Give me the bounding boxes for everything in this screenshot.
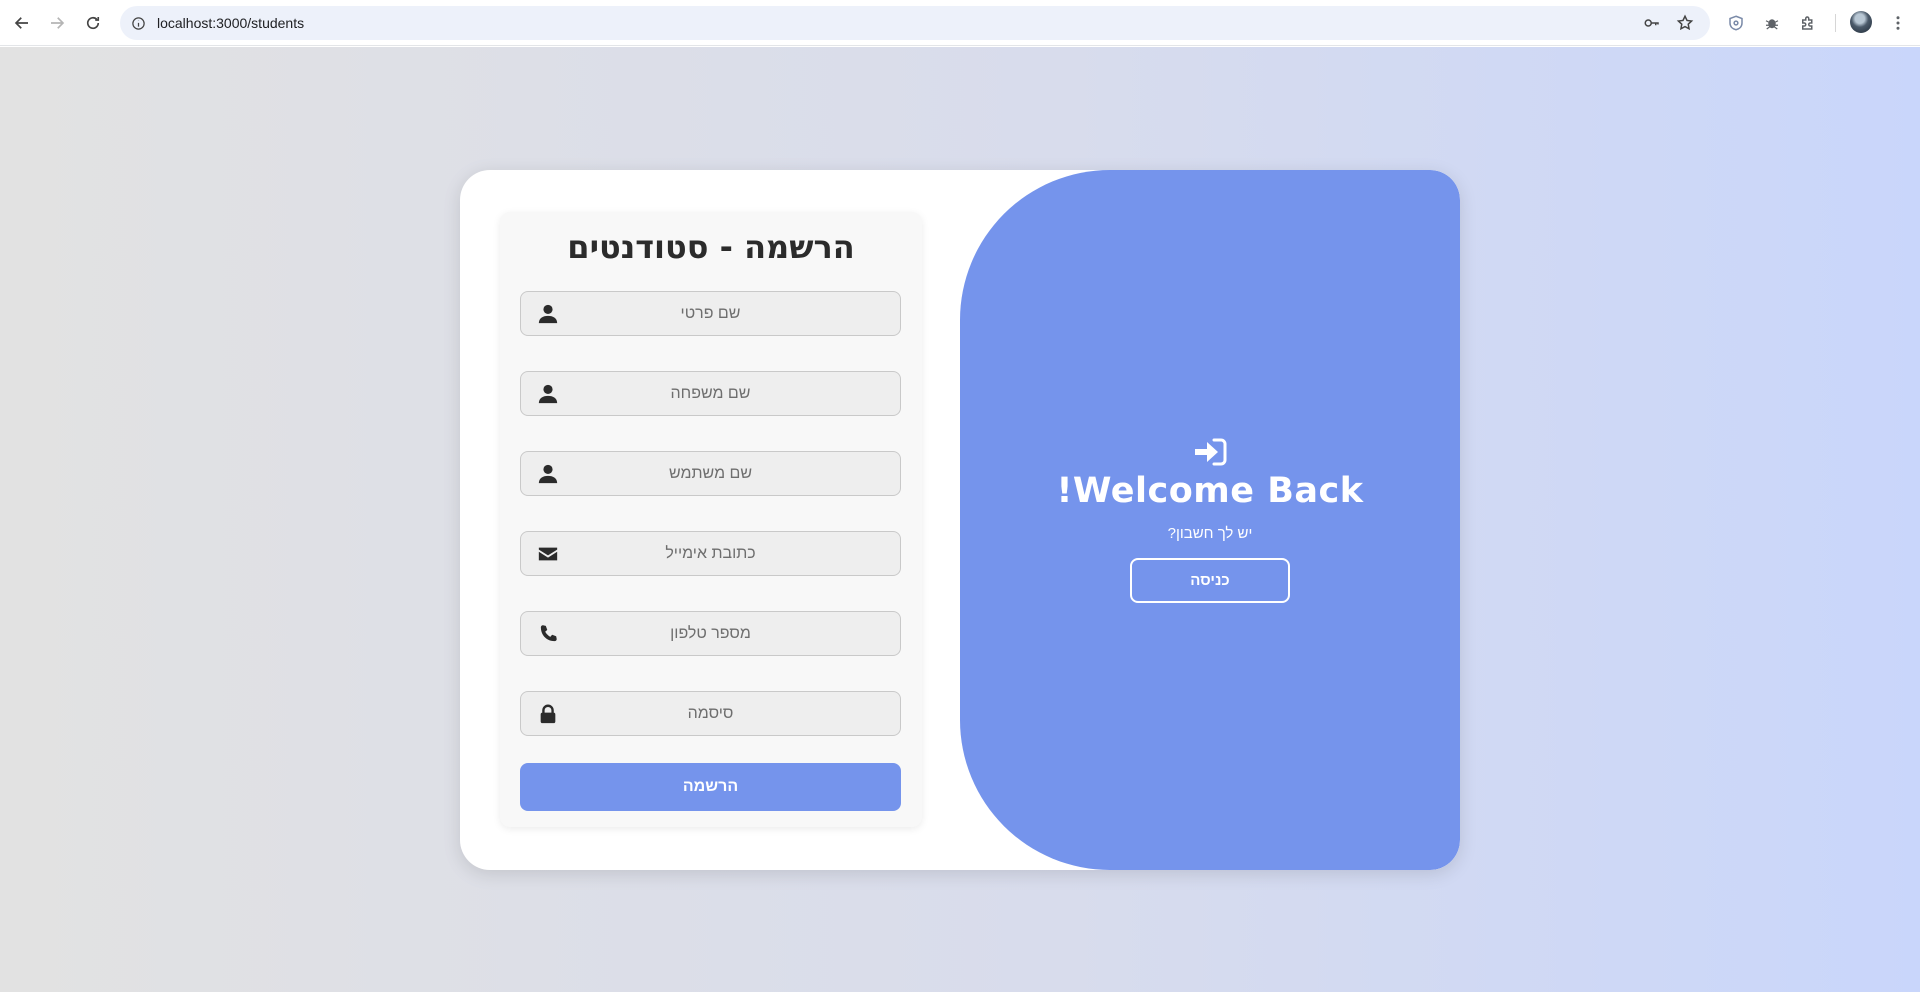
reload-icon[interactable] <box>79 9 107 37</box>
last-name-field[interactable] <box>520 371 901 416</box>
envelope-icon <box>537 543 559 565</box>
bug-extension-icon[interactable] <box>1760 11 1784 35</box>
profile-avatar[interactable] <box>1850 11 1872 33</box>
address-bar[interactable]: localhost:3000/students <box>120 6 1710 40</box>
first-name-input[interactable] <box>521 292 900 335</box>
page-background: הרשמה - סטודנטים שם פרטי שם משפחה שם משת… <box>0 47 1920 992</box>
phone-input[interactable] <box>521 612 900 655</box>
user-icon <box>537 383 559 405</box>
url-text[interactable]: localhost:3000/students <box>157 15 304 31</box>
login-button[interactable]: כניסה <box>1130 558 1290 603</box>
shield-extension-icon[interactable] <box>1724 11 1748 35</box>
back-arrow-icon[interactable] <box>8 9 36 37</box>
password-input[interactable] <box>521 692 900 735</box>
welcome-title: Welcome Back! <box>1056 471 1364 511</box>
email-field[interactable] <box>520 531 901 576</box>
auth-card: הרשמה - סטודנטים שם פרטי שם משפחה שם משת… <box>460 170 1460 870</box>
email-input[interactable] <box>521 532 900 575</box>
user-icon <box>537 303 559 325</box>
password-field[interactable] <box>520 691 901 736</box>
welcome-panel: Welcome Back! יש לך חשבון? כניסה <box>960 170 1460 870</box>
site-info-icon[interactable] <box>128 13 148 33</box>
username-input[interactable] <box>521 452 900 495</box>
browser-toolbar: localhost:3000/students <box>0 0 1920 46</box>
bookmark-star-icon[interactable] <box>1674 12 1696 34</box>
phone-field[interactable] <box>520 611 901 656</box>
extensions-puzzle-icon[interactable] <box>1796 11 1820 35</box>
forward-arrow-icon[interactable] <box>43 9 71 37</box>
username-field[interactable] <box>520 451 901 496</box>
last-name-input[interactable] <box>521 372 900 415</box>
user-icon <box>537 463 559 485</box>
menu-dots-icon[interactable] <box>1886 11 1910 35</box>
lock-icon <box>537 703 559 725</box>
register-form: הרשמה - סטודנטים שם פרטי שם משפחה שם משת… <box>500 212 922 827</box>
welcome-text: יש לך חשבון? <box>1167 525 1253 542</box>
password-key-icon[interactable] <box>1641 12 1663 34</box>
phone-icon <box>537 623 559 645</box>
register-button[interactable]: הרשמה <box>520 763 901 811</box>
toolbar-divider <box>1835 14 1836 32</box>
first-name-field[interactable] <box>520 291 901 336</box>
register-title: הרשמה - סטודנטים <box>567 228 855 266</box>
sign-in-icon <box>1195 438 1227 466</box>
